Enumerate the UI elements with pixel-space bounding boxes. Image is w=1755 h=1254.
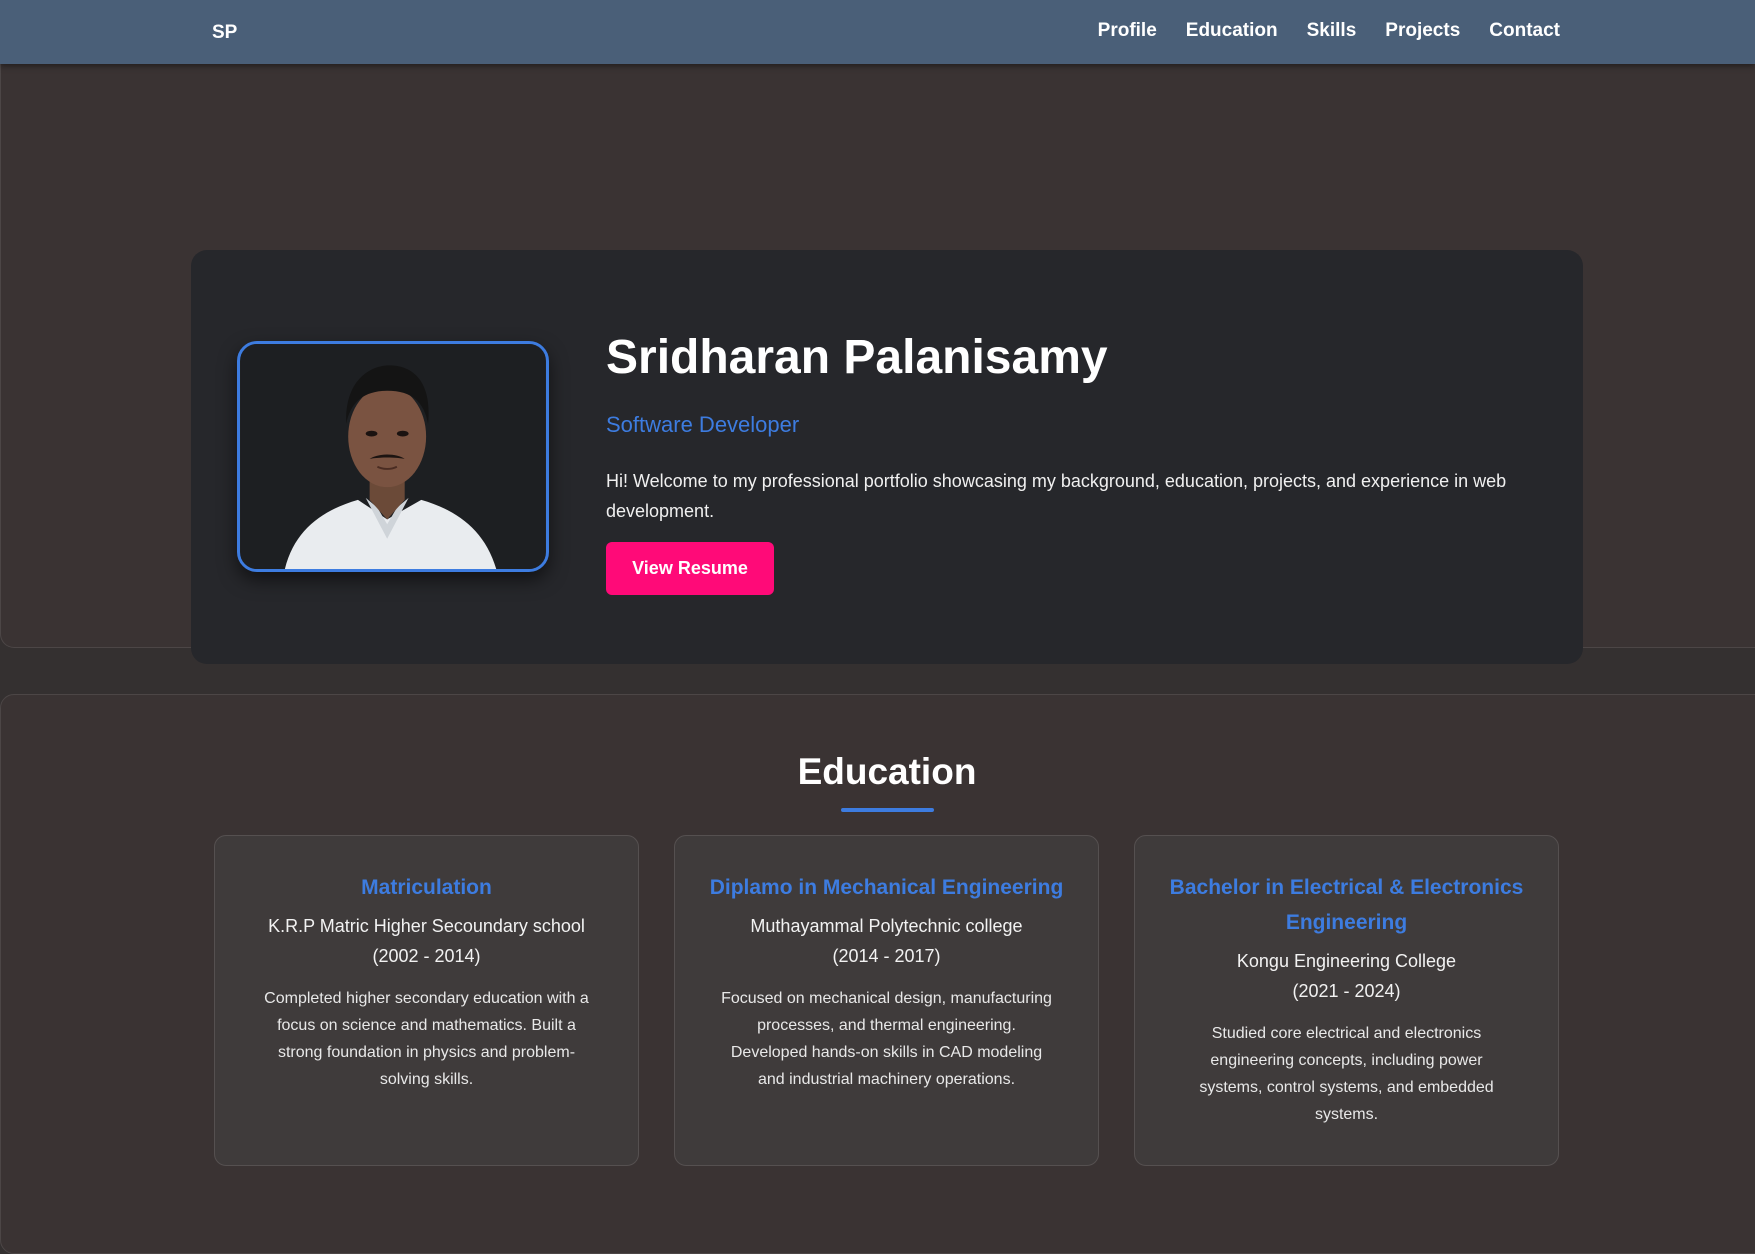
nav-link-profile[interactable]: Profile xyxy=(1098,20,1157,42)
education-card-description: Completed higher secondary education wit… xyxy=(264,990,589,1088)
education-card-diploma: Diplamo in Mechanical Engineering Muthay… xyxy=(674,835,1099,1166)
education-card-years: (2021 - 2024) xyxy=(1292,981,1401,1001)
profile-section: Sridharan Palanisamy Software Developer … xyxy=(0,64,1755,664)
education-section: Education Matriculation K.R.P Matric Hig… xyxy=(0,694,1755,1254)
education-heading: Education xyxy=(797,751,977,792)
nav-link-projects[interactable]: Projects xyxy=(1385,20,1460,42)
education-card-matriculation: Matriculation K.R.P Matric Higher Secoun… xyxy=(214,835,639,1166)
education-card-years: (2014 - 2017) xyxy=(832,946,941,966)
view-resume-button[interactable]: View Resume xyxy=(606,542,774,595)
brand-logo[interactable]: SP xyxy=(212,22,237,44)
education-card-title: Bachelor in Electrical & Electronics Eng… xyxy=(1169,876,1524,934)
education-heading-underline xyxy=(841,808,934,812)
education-card-title: Matriculation xyxy=(361,876,492,899)
profile-photo xyxy=(237,341,549,572)
navbar: SP Profile Education Skills Projects Con… xyxy=(0,0,1755,64)
education-card-school: Muthayammal Polytechnic college xyxy=(750,916,1023,936)
profile-card: Sridharan Palanisamy Software Developer … xyxy=(191,250,1583,664)
education-card-years: (2002 - 2014) xyxy=(372,946,481,966)
education-card-school: Kongu Engineering College xyxy=(1236,951,1457,971)
nav-links: Profile Education Skills Projects Contac… xyxy=(1098,20,1560,42)
education-card-title: Diplamo in Mechanical Engineering xyxy=(709,876,1064,899)
profile-name: Sridharan Palanisamy xyxy=(606,331,1108,384)
education-card-bachelor: Bachelor in Electrical & Electronics Eng… xyxy=(1134,835,1559,1166)
education-card-school: K.R.P Matric Higher Secoundary school xyxy=(268,916,585,936)
nav-link-skills[interactable]: Skills xyxy=(1307,20,1357,42)
profile-intro: Hi! Welcome to my professional portfolio… xyxy=(606,471,1507,521)
profile-role: Software Developer xyxy=(606,412,800,437)
profile-photo-image xyxy=(241,344,545,569)
education-card-description: Focused on mechanical design, manufactur… xyxy=(721,990,1052,1088)
education-card-description: Studied core electrical and electronics … xyxy=(1199,1025,1494,1123)
nav-link-contact[interactable]: Contact xyxy=(1489,20,1560,42)
nav-link-education[interactable]: Education xyxy=(1186,20,1278,42)
